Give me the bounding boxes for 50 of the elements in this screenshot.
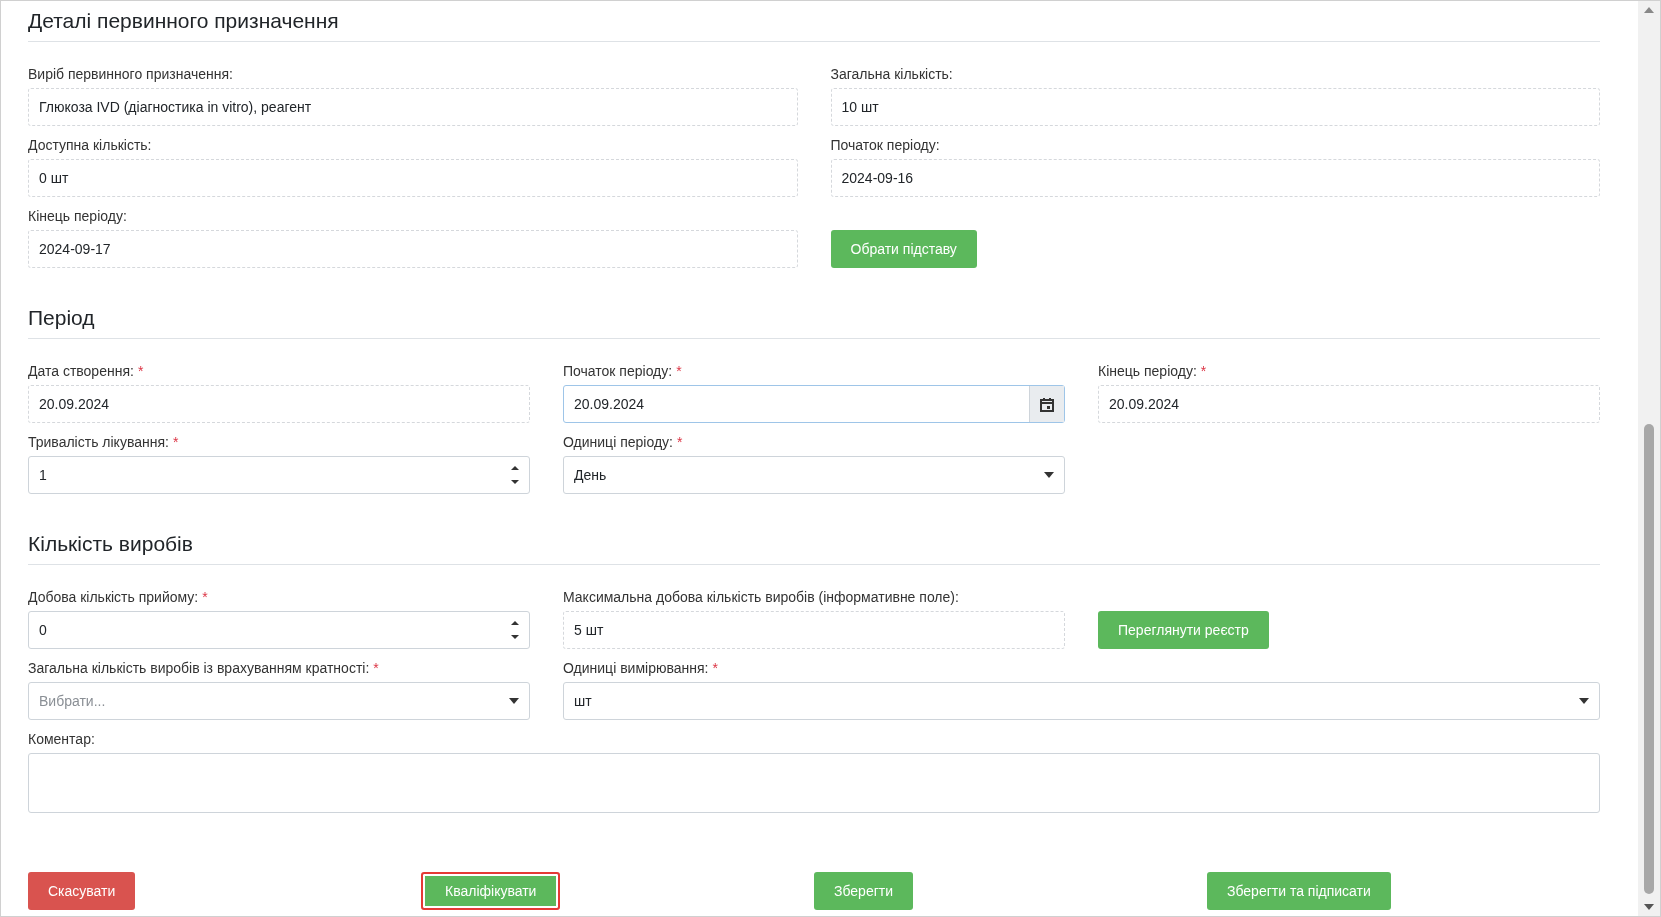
field-label: Тривалість лікування: * xyxy=(28,434,180,451)
spinner-arrows-icon xyxy=(511,465,519,485)
action-button[interactable]: Обрати підставу xyxy=(830,230,977,268)
date-field[interactable]: 20.09.2024 xyxy=(563,385,1065,423)
field-label: Кінець періоду: xyxy=(28,208,128,225)
spinner-arrows-icon xyxy=(511,620,519,640)
field-label: Початок періоду: * xyxy=(563,363,683,380)
field-label: Загальна кількість виробів із врахуванням кратності: * xyxy=(28,660,380,677)
field-label: Дата створення: * xyxy=(28,363,145,380)
scroll-down-icon xyxy=(1644,904,1654,910)
section-title: Період xyxy=(28,302,1600,339)
readonly-field: 2024-09-16 xyxy=(830,159,1600,197)
readonly-field: 0 шт xyxy=(28,159,798,197)
action-button[interactable]: Переглянути реєстр xyxy=(1098,611,1269,649)
scroll-up-icon xyxy=(1644,7,1654,13)
select-field[interactable]: Вибрати... xyxy=(28,682,530,720)
cancel-button[interactable]: Скасувати xyxy=(28,872,136,910)
field-label: Коментар: xyxy=(28,731,96,748)
comment-field[interactable] xyxy=(28,753,1600,813)
action-button[interactable]: Кваліфікувати xyxy=(421,872,561,910)
field-label: Добова кількість прийому: * xyxy=(28,589,209,606)
field-label: Одиниці періоду: * xyxy=(563,434,684,451)
readonly-field: Глюкоза IVD (діагностика in vitro), реагент xyxy=(28,88,798,126)
scrollbar-thumb[interactable] xyxy=(1644,424,1654,894)
caret-icon xyxy=(1579,698,1589,704)
readonly-field: 20.09.2024 xyxy=(28,385,530,423)
caret-icon xyxy=(1044,472,1054,478)
select-field[interactable]: шт xyxy=(563,682,1600,720)
readonly-field: 2024-09-17 xyxy=(28,230,798,268)
readonly-field: 5 шт xyxy=(563,611,1065,649)
field-label: Кінець періоду: * xyxy=(1098,363,1208,380)
caret-icon xyxy=(509,698,519,704)
select-field[interactable]: День xyxy=(563,456,1065,494)
field-label: Загальна кількість: xyxy=(830,66,954,83)
field-label: Одиниці вимірювання: * xyxy=(563,660,719,677)
field-label: Максимальна добова кількість виробів (інформативне поле): xyxy=(563,589,960,606)
action-button[interactable]: Зберегти xyxy=(814,872,913,910)
field-label: Виріб первинного призначення: xyxy=(28,66,234,83)
calendar-icon xyxy=(1040,396,1054,412)
number-field[interactable]: 1 xyxy=(28,456,530,494)
scrollbar[interactable] xyxy=(1638,1,1660,916)
number-field[interactable]: 0 xyxy=(28,611,530,649)
field-label: Доступна кількість: xyxy=(28,137,153,154)
readonly-field: 20.09.2024 xyxy=(1098,385,1600,423)
calendar-button[interactable] xyxy=(1029,386,1064,422)
readonly-field: 10 шт xyxy=(830,88,1600,126)
section-title: Кількість виробів xyxy=(28,528,1600,565)
field-label: Початок періоду: xyxy=(830,137,941,154)
action-button[interactable]: Зберегти та підписати xyxy=(1207,872,1391,910)
section-title: Деталі первинного призначення xyxy=(28,5,1600,42)
